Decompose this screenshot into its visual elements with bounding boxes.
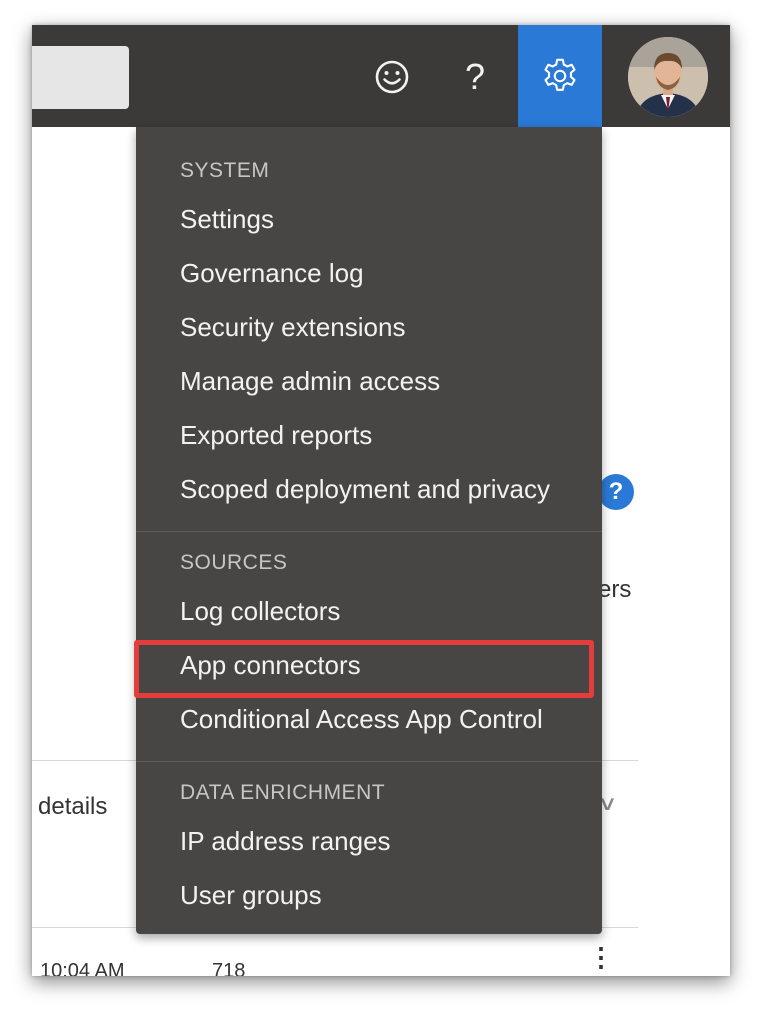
menu-item-app-connectors[interactable]: App connectors [180,650,361,681]
partial-column-header: ers [598,576,632,603]
smiley-feedback-icon[interactable] [367,45,417,109]
menu-item-log-collectors[interactable]: Log collectors [180,596,340,627]
help-badge-icon[interactable]: ? [598,474,634,510]
search-input[interactable] [32,46,129,109]
menu-item-scoped-deployment[interactable]: Scoped deployment and privacy [180,474,550,505]
menu-item-ip-address-ranges[interactable]: IP address ranges [180,826,391,857]
section-heading-data-enrichment: DATA ENRICHMENT [180,781,386,804]
menu-item-exported-reports[interactable]: Exported reports [180,420,372,451]
menu-divider [136,531,602,532]
details-label: details [38,793,108,820]
avatar[interactable] [628,37,708,117]
app-window: ? ers details ∨ 10:04 AM 718 ⋮ ? SYSTEM … [32,25,730,976]
settings-gear-button[interactable] [518,25,602,127]
menu-item-conditional-access-app-control[interactable]: Conditional Access App Control [180,704,543,735]
help-icon[interactable]: ? [450,45,500,109]
row-time: 10:04 AM [40,960,125,976]
menu-item-settings[interactable]: Settings [180,204,274,235]
settings-dropdown-menu: SYSTEM Settings Governance log Security … [134,127,602,934]
menu-item-manage-admin-access[interactable]: Manage admin access [180,366,440,397]
more-options-icon[interactable]: ⋮ [588,944,614,970]
menu-item-governance-log[interactable]: Governance log [180,258,364,289]
section-heading-system: SYSTEM [180,159,270,182]
menu-item-security-extensions[interactable]: Security extensions [180,312,405,343]
menu-divider [136,761,602,762]
row-count: 718 [212,960,246,976]
section-heading-sources: SOURCES [180,551,288,574]
top-bar: ? [32,25,730,127]
menu-item-user-groups[interactable]: User groups [180,880,322,911]
gear-icon [544,58,576,91]
